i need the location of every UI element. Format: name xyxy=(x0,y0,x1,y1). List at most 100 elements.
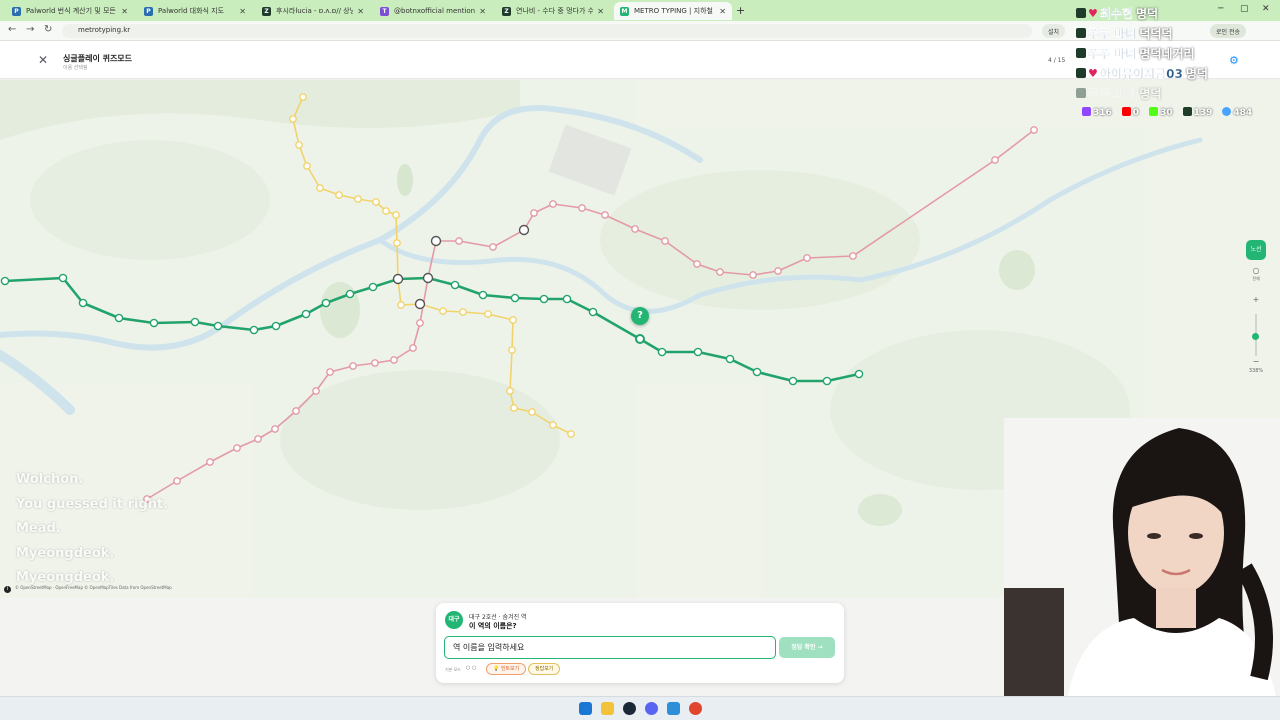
show-all-icon[interactable]: ○ xyxy=(1246,266,1266,275)
station-dot[interactable] xyxy=(578,204,586,212)
station-dot[interactable] xyxy=(716,268,724,276)
station-dot[interactable] xyxy=(588,307,598,317)
steam-icon[interactable] xyxy=(623,702,636,715)
browser-tab[interactable]: T @botnxofficial mentioned ✕ xyxy=(374,2,492,20)
station-dot[interactable] xyxy=(822,376,832,386)
station-dot[interactable] xyxy=(416,319,424,327)
transfer-station-dot[interactable] xyxy=(518,224,530,236)
station-dot[interactable] xyxy=(206,458,214,466)
station-dot[interactable] xyxy=(316,184,324,192)
station-dot[interactable] xyxy=(849,252,857,260)
station-dot[interactable] xyxy=(562,294,572,304)
profile-button[interactable]: 로인 전송 xyxy=(1210,24,1246,38)
station-dot[interactable] xyxy=(489,243,497,251)
station-dot[interactable] xyxy=(539,294,549,304)
station-dot[interactable] xyxy=(774,267,782,275)
browser-tab[interactable]: Z 연나비 - 수다 중 멍다가 수줍 ✕ xyxy=(496,2,610,20)
show-answer-button[interactable]: 정답보기 xyxy=(528,663,561,675)
tab-close-icon[interactable]: ✕ xyxy=(597,7,604,16)
station-dot[interactable] xyxy=(530,209,538,217)
station-dot[interactable] xyxy=(788,376,798,386)
hint-button[interactable]: 💡 힌트보기 xyxy=(486,663,527,675)
info-icon[interactable]: i xyxy=(4,586,11,593)
station-dot[interactable] xyxy=(459,308,467,316)
transfer-station-dot[interactable] xyxy=(422,272,434,284)
station-dot[interactable] xyxy=(439,307,447,315)
transfer-station-dot[interactable] xyxy=(392,273,404,285)
station-dot[interactable] xyxy=(190,317,200,327)
station-dot[interactable] xyxy=(484,310,492,318)
notepad-icon[interactable] xyxy=(667,702,680,715)
station-dot[interactable] xyxy=(455,237,463,245)
station-dot[interactable] xyxy=(803,254,811,262)
tab-close-icon[interactable]: ✕ xyxy=(357,7,364,16)
station-dot[interactable] xyxy=(1030,126,1038,134)
station-dot[interactable] xyxy=(693,260,701,268)
station-dot[interactable] xyxy=(249,325,259,335)
line-toggle-button[interactable]: 노선 xyxy=(1246,240,1266,260)
browser-tab-active[interactable]: M METRO TYPING | 지하철 타이 ✕ xyxy=(614,2,732,20)
station-dot[interactable] xyxy=(510,404,518,412)
station-dot[interactable] xyxy=(326,368,334,376)
station-dot[interactable] xyxy=(312,387,320,395)
station-dot[interactable] xyxy=(390,356,398,364)
station-dot[interactable] xyxy=(397,301,405,309)
new-tab-icon[interactable]: + xyxy=(736,4,745,17)
station-dot[interactable] xyxy=(382,207,390,215)
station-dot[interactable] xyxy=(149,318,159,328)
chrome-icon[interactable] xyxy=(689,702,702,715)
station-dot[interactable] xyxy=(752,367,762,377)
forward-icon[interactable]: → xyxy=(26,24,34,35)
station-dot[interactable] xyxy=(299,93,307,101)
station-dot[interactable] xyxy=(295,141,303,149)
station-dot[interactable] xyxy=(271,425,279,433)
minimize-icon[interactable]: ─ xyxy=(1218,4,1223,14)
station-dot[interactable] xyxy=(233,444,241,452)
station-dot[interactable] xyxy=(631,225,639,233)
reload-icon[interactable]: ↻ xyxy=(44,24,52,35)
tab-close-icon[interactable]: ✕ xyxy=(121,7,128,16)
station-dot[interactable] xyxy=(303,162,311,170)
zoom-out-icon[interactable]: − xyxy=(1246,357,1266,366)
browser-tab[interactable]: P Palworld 번식 계산기 및 모든 ✕ xyxy=(6,2,134,20)
tab-close-icon[interactable]: ✕ xyxy=(479,7,486,16)
station-dot[interactable] xyxy=(854,369,864,379)
station-dot[interactable] xyxy=(693,347,703,357)
window-close-icon[interactable]: ✕ xyxy=(1262,4,1270,14)
station-dot[interactable] xyxy=(354,195,362,203)
station-dot[interactable] xyxy=(368,282,378,292)
station-dot[interactable] xyxy=(478,290,488,300)
transfer-station-dot[interactable] xyxy=(430,235,442,247)
station-dot[interactable] xyxy=(509,316,517,324)
windows-start-icon[interactable] xyxy=(579,702,592,715)
station-dot[interactable] xyxy=(657,347,667,357)
zoom-in-icon[interactable]: + xyxy=(1246,295,1266,304)
install-button[interactable]: 설치 xyxy=(1042,24,1066,38)
submit-answer-button[interactable]: 정답 확인 → xyxy=(779,637,835,658)
station-dot[interactable] xyxy=(991,156,999,164)
close-icon[interactable]: ✕ xyxy=(38,53,48,67)
station-dot[interactable] xyxy=(254,435,262,443)
station-dot[interactable] xyxy=(528,408,536,416)
station-dot[interactable] xyxy=(392,211,400,219)
station-dot[interactable] xyxy=(749,271,757,279)
station-dot[interactable] xyxy=(549,421,557,429)
browser-tab[interactable]: P Palworld 대화식 지도 ✕ xyxy=(138,2,252,20)
station-dot[interactable] xyxy=(292,407,300,415)
station-dot[interactable] xyxy=(371,359,379,367)
station-dot[interactable] xyxy=(321,298,331,308)
station-dot[interactable] xyxy=(301,309,311,319)
station-dot[interactable] xyxy=(78,298,88,308)
browser-tab[interactable]: Z 후시라lucia - ɒ.ʌ.ɒ// 상냥하 ✕ xyxy=(256,2,370,20)
hidden-station-dot[interactable] xyxy=(635,334,645,344)
file-explorer-icon[interactable] xyxy=(601,702,614,715)
station-dot[interactable] xyxy=(450,280,460,290)
station-dot[interactable] xyxy=(114,313,124,323)
station-dot[interactable] xyxy=(409,344,417,352)
gear-icon[interactable]: ⚙ xyxy=(1229,54,1239,67)
discord-icon[interactable] xyxy=(645,702,658,715)
station-dot[interactable] xyxy=(510,293,520,303)
hidden-station-pin[interactable]: ? xyxy=(631,307,649,325)
station-name-input[interactable]: 역 이름을 입력하세요 xyxy=(444,636,776,659)
station-dot[interactable] xyxy=(271,321,281,331)
